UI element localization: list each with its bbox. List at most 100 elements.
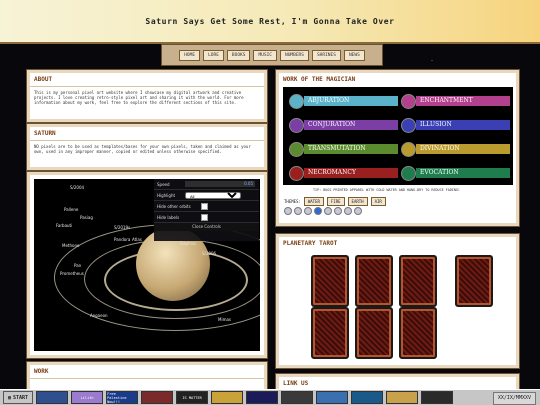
school-necromancy[interactable]: NECROMANCY xyxy=(289,165,398,181)
moon-label[interactable]: Pan xyxy=(74,263,81,268)
swatch[interactable] xyxy=(354,207,362,215)
moon-label[interactable]: Pandora xyxy=(114,237,130,242)
theme-fire-button[interactable]: FIRE xyxy=(326,197,345,206)
swatch[interactable] xyxy=(304,207,312,215)
speed-label: Speed xyxy=(157,181,170,187)
magician-panel: WORK OF THE MAGICIAN ABJURATION ENCHANTM… xyxy=(276,70,519,226)
moon-label[interactable]: Aegaeon xyxy=(90,313,108,318)
moon-label[interactable]: Mimas xyxy=(218,317,231,322)
school-transmutation[interactable]: TRANSMUTATION xyxy=(289,141,398,157)
tarot-card[interactable] xyxy=(399,255,437,307)
themes-row: THEMES: WATER FIRE EARTH AIR xyxy=(284,197,386,206)
tarot-panel: PLANETARY TAROT xyxy=(276,234,519,368)
site-button-7[interactable] xyxy=(246,391,279,404)
hide-orbits-label: Hide other orbits xyxy=(157,203,191,209)
school-enchantment[interactable]: ENCHANTMENT xyxy=(401,93,510,109)
site-button-10[interactable] xyxy=(351,391,384,404)
nav-music[interactable]: MUSIC xyxy=(253,49,277,61)
site-button-9[interactable] xyxy=(316,391,349,404)
site-button-6[interactable] xyxy=(211,391,244,404)
tarot-card[interactable] xyxy=(399,307,437,359)
school-abjuration[interactable]: ABJURATION xyxy=(289,93,398,109)
schools-board: ABJURATION ENCHANTMENT CONJURATION ILLUS… xyxy=(283,87,513,185)
moon-label[interactable]: S/2006 xyxy=(202,251,216,256)
windows-icon: ▦ xyxy=(8,394,12,401)
theme-water-button[interactable]: WATER xyxy=(303,197,324,206)
tarot-card[interactable] xyxy=(311,307,349,359)
viewer-controls: Speed 0.05 Highlight All Hide other orbi… xyxy=(154,179,259,241)
swatch[interactable] xyxy=(294,207,302,215)
highlight-select[interactable]: All xyxy=(185,191,241,199)
magician-tip: TIP: BUGS PRINTED APPAREL WITH COLD WATE… xyxy=(313,188,460,192)
tarot-card[interactable] xyxy=(311,255,349,307)
enchantment-icon xyxy=(401,93,416,109)
saturn-title: SATURN xyxy=(30,127,264,141)
theme-air-button[interactable]: AIR xyxy=(370,197,386,206)
swatch[interactable] xyxy=(324,207,332,215)
magician-title: WORK OF THE MAGICIAN xyxy=(283,76,356,83)
tarot-card[interactable] xyxy=(355,307,393,359)
about-panel: ABOUT This is my personal pixel art webs… xyxy=(27,70,267,122)
start-label: START xyxy=(13,394,29,401)
moon-label[interactable]: Daphnis xyxy=(180,241,196,246)
lilith-button[interactable]: Lilith xyxy=(71,391,104,404)
moon-label[interactable]: Pasiag xyxy=(80,215,93,220)
highlight-label: Highlight xyxy=(157,192,176,198)
hide-labels-checkbox[interactable] xyxy=(201,213,208,221)
hide-orbits-row: Hide other orbits xyxy=(154,201,259,212)
saturn-panel: SATURN NO pixels are to be used as templ… xyxy=(27,124,267,170)
school-evocation[interactable]: EVOCATION xyxy=(401,165,510,181)
saturn-viewer-canvas[interactable]: S/2004 Pallene Pasiag Farbauti S/2019s M… xyxy=(34,179,260,351)
close-controls-button[interactable]: Close Controls xyxy=(154,223,259,231)
speed-slider[interactable]: 0.05 xyxy=(185,181,255,187)
school-conjuration[interactable]: CONJURATION xyxy=(289,117,398,133)
moon-label[interactable]: S/2004 xyxy=(70,185,84,190)
start-button[interactable]: ▦ START xyxy=(3,391,34,404)
site-button-12[interactable] xyxy=(421,391,454,404)
taskbar-clock: XX/IX/MMXXV xyxy=(492,392,536,405)
site-button-11[interactable] xyxy=(386,391,419,404)
nav-books[interactable]: BOOKS xyxy=(226,49,251,61)
nav-lore[interactable]: LORE xyxy=(203,49,224,61)
swatch[interactable] xyxy=(344,207,352,215)
moon-label[interactable]: S/2019s xyxy=(114,225,130,230)
school-illusion[interactable]: ILLUSION xyxy=(401,117,510,133)
swatch[interactable] xyxy=(284,207,292,215)
header-banner: Saturn Says Get Some Rest, I'm Gonna Tak… xyxy=(0,0,540,44)
nav-shrines[interactable]: SHRINES xyxy=(311,49,341,61)
theme-earth-button[interactable]: EARTH xyxy=(347,197,368,206)
school-divination[interactable]: DIVINATION xyxy=(401,141,510,157)
swatch[interactable] xyxy=(334,207,342,215)
site-button-1[interactable] xyxy=(36,391,69,404)
highlight-row: Highlight All xyxy=(154,190,259,201)
tarot-title: PLANETARY TAROT xyxy=(283,240,338,247)
taskbar: ▦ START Lilith Free Palestine Now!!! IS … xyxy=(0,389,540,405)
free-palestine-button[interactable]: Free Palestine Now!!! xyxy=(106,391,139,404)
site-title: Saturn Says Get Some Rest, I'm Gonna Tak… xyxy=(145,16,395,26)
moon-label[interactable]: Methone xyxy=(62,243,79,248)
is-matter-button[interactable]: IS MATTER xyxy=(176,391,209,404)
swatch-selected[interactable] xyxy=(314,207,322,215)
theme-swatches xyxy=(284,207,362,215)
hide-labels-label: Hide labels xyxy=(157,214,180,220)
tarot-card[interactable] xyxy=(455,255,493,307)
moon-label[interactable]: Prometheus xyxy=(60,271,84,276)
themes-label: THEMES: xyxy=(284,199,301,204)
saturn-viewer-panel: S/2004 Pallene Pasiag Farbauti S/2019s M… xyxy=(27,172,267,358)
nav-home[interactable]: HOME xyxy=(179,49,201,61)
nav-numbers[interactable]: NUMBERS xyxy=(280,49,309,61)
site-button-8[interactable] xyxy=(281,391,314,404)
moon-label[interactable]: Atlas xyxy=(132,237,142,242)
conjuration-icon xyxy=(289,117,304,133)
necromancy-icon xyxy=(289,165,304,181)
tarot-card[interactable] xyxy=(355,255,393,307)
hide-orbits-checkbox[interactable] xyxy=(201,202,208,210)
moon-label[interactable]: Farbauti xyxy=(56,223,72,228)
hide-labels-row: Hide labels xyxy=(154,212,259,223)
site-button-4[interactable] xyxy=(141,391,174,404)
moon-label[interactable]: Pallene xyxy=(64,207,78,212)
transmutation-icon xyxy=(289,141,304,157)
work-title: WORK xyxy=(30,365,264,379)
saturn-text: NO pixels are to be used as templates/ba… xyxy=(34,144,251,155)
nav-news[interactable]: NEWS xyxy=(343,49,365,61)
